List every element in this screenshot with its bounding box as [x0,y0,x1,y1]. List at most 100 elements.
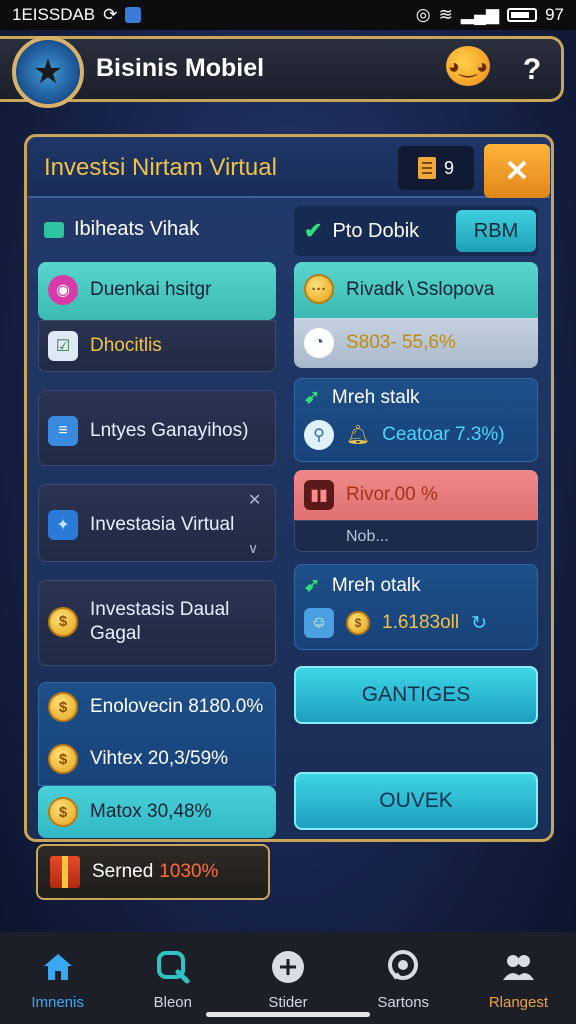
list-item-layers-label: Lntyes Ganayihos) [90,420,249,441]
app-notification-icon [125,7,142,23]
card-market-otalk-title: Mreh otalk [331,574,421,596]
chat-icon [386,950,420,984]
nav-sartons[interactable]: Sartons [346,932,461,1024]
list-item-virtual-investment-row: ✦ Investasia Virtual [48,510,234,540]
card-market-stalk-value-row: ⚲ 🔔︎ Ceatoar 7.3%) [304,420,505,450]
nav-rlangest[interactable]: Rlangest [461,932,576,1024]
search-icon: ⚲ [304,420,334,450]
home-icon [41,950,75,984]
help-button[interactable]: ? [510,48,554,92]
card-market-stalk-value: Ceatoar 7.3%) [382,424,505,445]
star-burst-icon: ✦ [48,510,78,540]
document-icon [417,157,436,179]
card-rivor-row: ▮▮ Rivor.00 % [304,480,438,510]
panel-title: Investsi Nirtam Virtual [44,154,277,181]
card-market-stalk-title: Mreh stalk [331,386,420,408]
list-item-stat-1[interactable]: $ Enolovecin 8180.0% [48,692,263,722]
check-icon: ✔ [304,218,323,243]
search-icon [156,950,190,984]
nav-slider-label: Stider [268,994,308,1011]
users-icon [501,950,535,984]
page-indicator[interactable]: 9 [398,146,474,190]
layers-icon: ≡ [48,416,78,446]
list-item-documents-label: Dhocitlis [90,335,162,356]
card-market-otalk-title-row: ➹ Mreh otalk [304,574,421,597]
wifi-icon: ≋ [438,5,453,24]
nav-slider[interactable]: Stider [230,932,345,1024]
document-check-icon: ☑ [48,331,78,361]
card-market-stalk-title-row: ➹ Mreh stalk [304,386,420,409]
rbm-button[interactable]: RBM [456,210,536,252]
list-item-virtual-investment-label: Investasia Virtual [90,514,235,535]
coin-icon: $ [48,692,78,722]
left-section-label: Ibiheats Vihak [44,218,199,241]
page-indicator-value: 9 [443,157,454,178]
refresh-icon[interactable]: ↻ [471,612,487,635]
list-item-stat-1-label: Enolovecin 8180.0% [90,696,264,717]
app-title: Bisinis Mobiel [96,54,265,82]
list-item-failed-investment-label: Investasis Daual Gagal [90,599,230,644]
sync-icon: ⟳ [103,5,118,24]
timer-icon: ◔ [304,328,334,358]
nav-home[interactable]: Imnenis [0,932,115,1024]
trend-up-icon: ➹ [304,387,320,408]
nav-search-label: Bleon [153,994,192,1011]
card-private-slop-row: ··· Rivadk∖Sslopova [304,274,494,304]
card-private-slop-label: Rivadk∖Sslopova [346,278,495,300]
served-value: 1030% [159,861,219,882]
signal-icon: ▂▄▆ [460,5,500,24]
list-item-history-label: Duenkai hsitgr [90,279,212,300]
nav-home-label: Imnenis [31,994,84,1011]
nav-search[interactable]: Bleon [115,932,230,1024]
right-section-label: ✔ Pto Dobik [304,218,419,244]
bell-icon: 🔔︎ [346,425,371,446]
gift-icon [50,856,80,888]
chevron-down-icon[interactable]: ∨ [248,540,258,557]
card-market-otalk-value-row: ☺ $ 1.6183oll ↻ [304,608,487,638]
home-indicator[interactable] [206,1012,370,1017]
list-item-stat-2[interactable]: $ Vihtex 20,3/59% [48,744,228,774]
chart-icon: ▮▮ [304,480,334,510]
ouvek-button[interactable]: OUVEK [294,772,538,830]
list-item-layers-row: ≡ Lntyes Ganayihos) [48,416,248,446]
battery-icon [507,8,538,22]
list-item-failed-investment-row: $ Investasis Daual Gagal [48,598,229,646]
magnifier-icon: ◉ [48,275,78,305]
card-rivor-sub-label: Nob... [346,528,389,545]
list-item-stat-2-label: Vihtex 20,3/59% [90,748,229,769]
left-section-text: Ibiheats Vihak [74,218,200,240]
coin-icon: $ [346,611,370,635]
chat-icon [44,221,64,238]
avatar: ☺ [304,608,334,638]
trend-up-icon: ➹ [304,575,320,596]
nav-rlangest-label: Rlangest [488,994,549,1011]
card-private-value-row: ◔ S803- 55,6% [304,328,456,358]
status-time: 1ЕISSDAB [12,5,96,24]
card-rivor-label: Rivor.00 % [346,484,438,505]
close-button[interactable]: ✕ [484,144,550,198]
alarm-icon: ◎ [415,5,431,24]
card-market-otalk-value: 1.6183oll [382,612,460,633]
battery-level: 97 [545,5,564,24]
app-logo: ★ [12,36,84,108]
coin-stack-icon: $ [48,606,78,637]
list-item-stat-3-label: Matox 30,48% [90,801,212,822]
served-badge[interactable]: Serned 1030% [36,844,270,900]
list-item-stat-3-row: $ Matox 30,48% [48,797,211,827]
coin-stack-icon: $ [48,797,78,827]
served-label: Serned [92,861,154,882]
nav-sartons-label: Sartons [377,994,430,1011]
gantiges-button[interactable]: GANTIGES [294,666,538,724]
card-rivor-sub [294,520,538,552]
card-private-value-label: S803- 55,6% [346,332,456,353]
list-item-documents-row: ☑ Dhocitlis [48,331,162,361]
coin-icon: ··· [304,274,334,304]
right-section-text: Pto Dobik [332,219,420,242]
bottom-navigation: Imnenis Bleon Stider Sartons Rlangest [0,932,576,1024]
dismiss-icon[interactable]: ✕ [248,490,261,510]
list-item-history-row: ◉ Duenkai hsitgr [48,275,211,305]
status-bar: 1ЕISSDAB ⟳ ◎ ≋ ▂▄▆ 97 [0,0,576,30]
plus-icon [271,950,305,984]
mascot-icon[interactable]: ◕‿◕ [446,46,490,86]
coin-icon: $ [48,744,78,774]
